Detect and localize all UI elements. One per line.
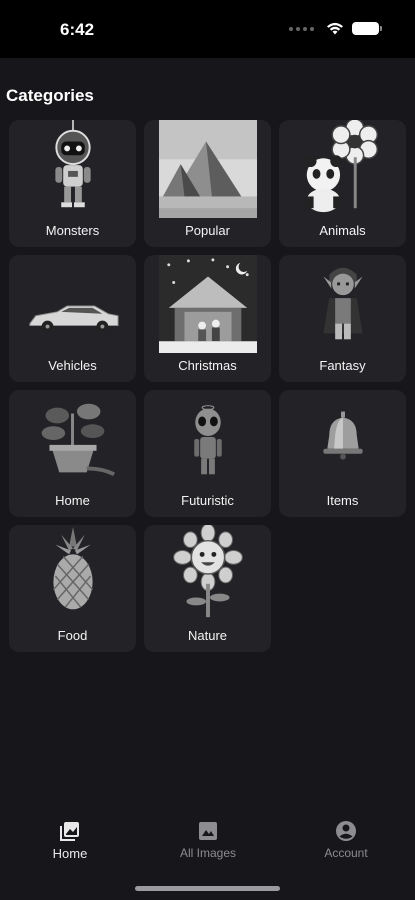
account-icon (336, 821, 356, 841)
wifi-icon (327, 22, 343, 35)
pineapple-icon (52, 526, 93, 610)
category-label: Vehicles (48, 358, 97, 373)
category-label: Food (57, 628, 88, 643)
category-card-items[interactable]: Items (279, 390, 406, 517)
nav-label-home: Home (52, 846, 88, 861)
category-label: Fantasy (319, 358, 366, 373)
category-label: Popular (185, 223, 230, 238)
gallery-icon (60, 822, 79, 841)
potted-plant-icon (41, 403, 115, 477)
category-card-futuristic[interactable]: Futuristic (144, 390, 271, 517)
category-card-nature[interactable]: Nature (144, 525, 271, 652)
category-label: Nature (187, 628, 228, 643)
categories-grid: Monsters Popular Animals Vehicles Christ… (9, 120, 409, 652)
nav-label-account: Account (324, 846, 368, 860)
pyramids-icon (158, 120, 257, 218)
battery-icon (352, 22, 382, 35)
category-label: Animals (319, 223, 366, 238)
elf-icon (322, 267, 363, 340)
category-card-home[interactable]: Home (9, 390, 136, 517)
status-time: 6:42 (60, 20, 95, 39)
sunflower-icon (172, 525, 243, 618)
category-card-vehicles[interactable]: Vehicles (9, 255, 136, 382)
category-card-popular[interactable]: Popular (144, 120, 271, 247)
category-label: Futuristic (181, 493, 234, 508)
category-label: Home (55, 493, 90, 508)
status-icons (289, 22, 382, 35)
category-card-fantasy[interactable]: Fantasy (279, 255, 406, 382)
nav-item-all-images[interactable]: All Images (163, 810, 253, 860)
robot-monster-icon (54, 120, 91, 208)
nav-item-home[interactable]: Home (25, 810, 115, 861)
nav-label-all-images: All Images (179, 846, 237, 860)
category-label: Monsters (45, 223, 100, 238)
status-bar: 6:42 (0, 0, 415, 58)
section-title: Categories (6, 86, 94, 105)
car-icon (28, 305, 119, 333)
bell-icon (322, 411, 363, 460)
panda-flower-icon (304, 120, 378, 213)
signal-icon (289, 26, 314, 31)
category-card-animals[interactable]: Animals (279, 120, 406, 247)
nav-item-account[interactable]: Account (301, 810, 391, 860)
home-indicator (135, 886, 280, 891)
alien-icon (193, 405, 222, 475)
category-card-christmas[interactable]: Christmas (144, 255, 271, 382)
nativity-icon (158, 255, 257, 353)
category-card-monsters[interactable]: Monsters (9, 120, 136, 247)
category-label: Christmas (178, 358, 237, 373)
image-icon (199, 822, 217, 840)
category-label: Items (326, 493, 359, 508)
category-card-food[interactable]: Food (9, 525, 136, 652)
